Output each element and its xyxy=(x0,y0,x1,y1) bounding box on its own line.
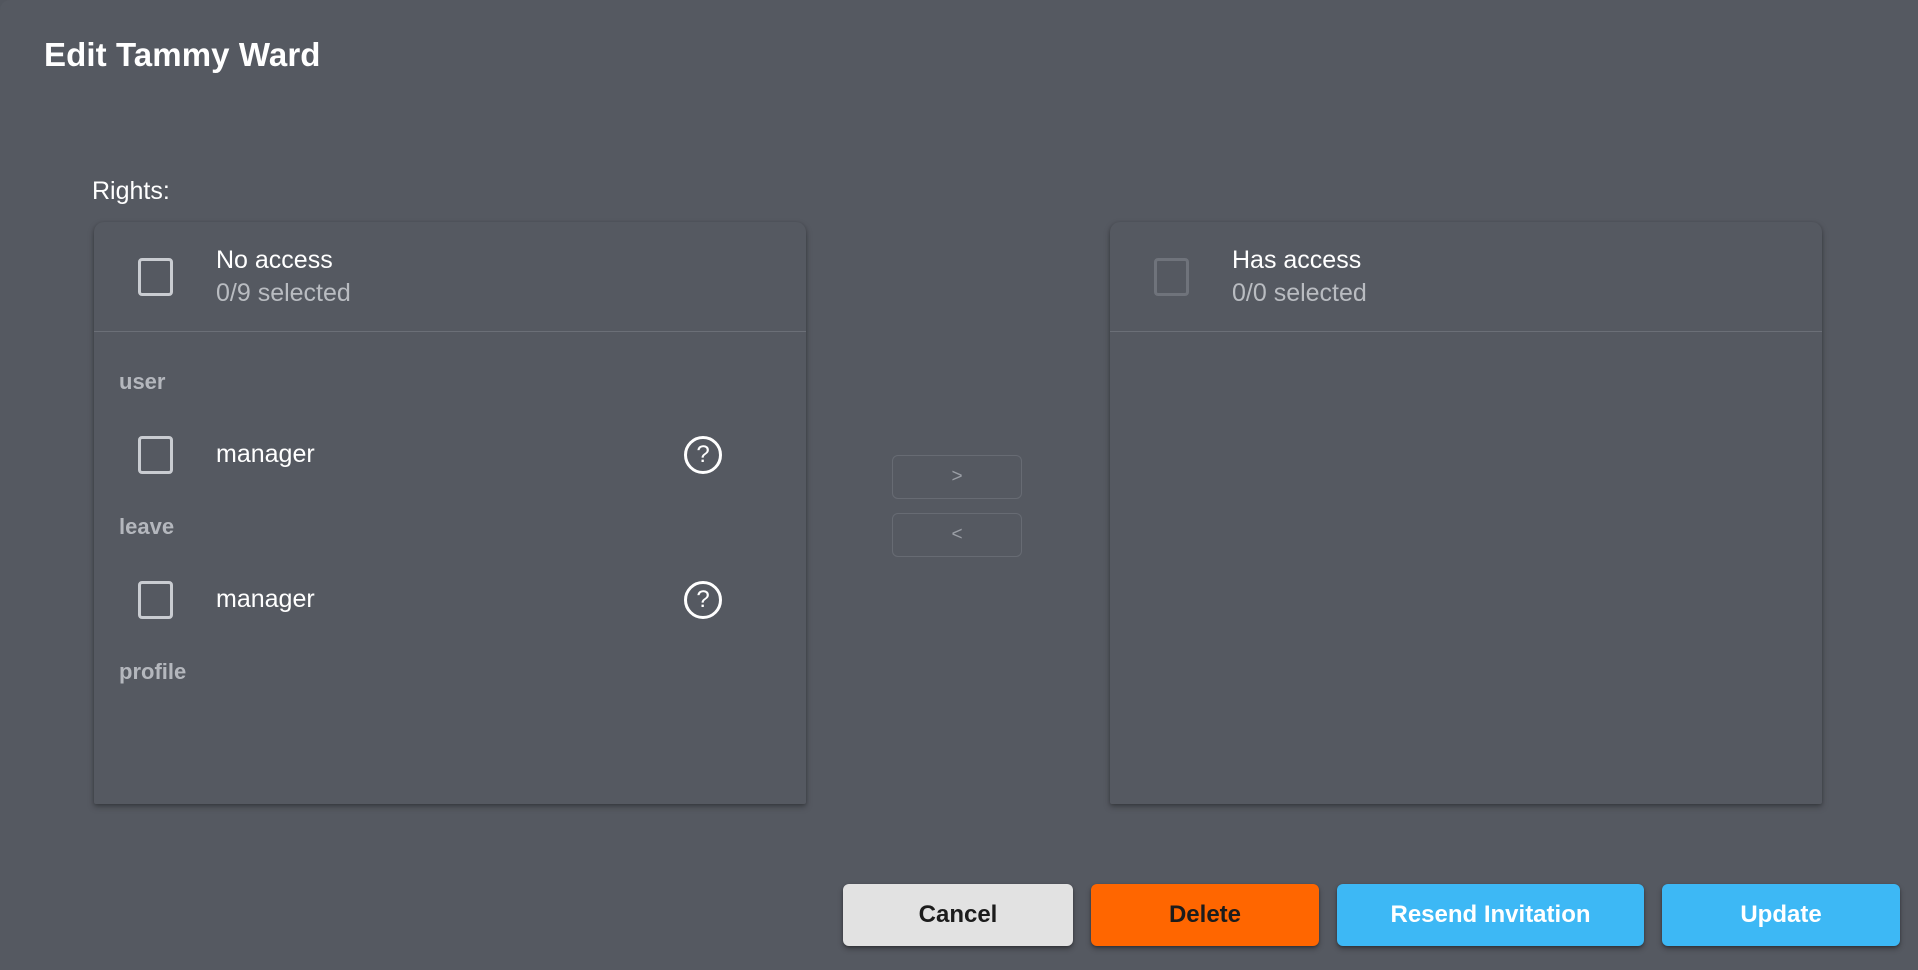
transfer-controls: > < xyxy=(892,455,1022,557)
list-item-label: manager xyxy=(216,440,315,468)
group-label-leave: leave xyxy=(119,514,175,539)
delete-button[interactable]: Delete xyxy=(1091,884,1319,946)
list-item-label: manager xyxy=(216,585,315,613)
no-access-header-texts: No access 0/9 selected xyxy=(216,245,351,308)
group-label-profile: profile xyxy=(119,659,187,684)
move-to-has-access-button[interactable]: > xyxy=(892,455,1022,499)
has-access-header[interactable]: Has access 0/0 selected xyxy=(1110,222,1822,331)
no-access-list[interactable]: user manager ? leave manager ? profile xyxy=(94,332,806,804)
no-access-panel: No access 0/9 selected user manager ? le… xyxy=(94,222,806,804)
no-access-select-all-wrap[interactable] xyxy=(94,257,216,296)
list-item[interactable]: manager ? xyxy=(94,418,806,491)
has-access-header-texts: Has access 0/0 selected xyxy=(1232,245,1367,308)
rights-label: Rights: xyxy=(92,177,170,205)
list-item-checkbox[interactable] xyxy=(137,580,173,619)
list-top-spacer xyxy=(94,332,806,346)
no-access-selected-count: 0/9 selected xyxy=(216,279,351,307)
list-item-checkbox[interactable] xyxy=(137,435,173,474)
has-access-list[interactable] xyxy=(1110,332,1822,804)
has-access-select-all-wrap[interactable] xyxy=(1110,257,1232,296)
resend-invitation-button[interactable]: Resend Invitation xyxy=(1337,884,1644,946)
move-to-no-access-button[interactable]: < xyxy=(892,513,1022,557)
has-access-select-all-checkbox[interactable] xyxy=(1153,257,1189,296)
no-access-title: No access xyxy=(216,246,333,274)
group-label-user: user xyxy=(119,369,166,394)
no-access-header[interactable]: No access 0/9 selected xyxy=(94,222,806,331)
help-circle-icon[interactable]: ? xyxy=(684,580,722,619)
update-button[interactable]: Update xyxy=(1662,884,1900,946)
list-item-checkbox-wrap[interactable] xyxy=(94,435,216,474)
page-title: Edit Tammy Ward xyxy=(44,36,321,73)
cancel-button[interactable]: Cancel xyxy=(843,884,1073,946)
no-access-select-all-checkbox[interactable] xyxy=(137,257,173,296)
has-access-panel: Has access 0/0 selected xyxy=(1110,222,1822,804)
list-item-checkbox-wrap[interactable] xyxy=(94,580,216,619)
list-item[interactable]: manager ? xyxy=(94,563,806,636)
has-access-selected-count: 0/0 selected xyxy=(1232,279,1367,307)
dialog-footer: Cancel Delete Resend Invitation Update xyxy=(0,884,1918,962)
has-access-title: Has access xyxy=(1232,246,1362,274)
edit-user-dialog: Edit Tammy Ward Rights: No access 0/9 se… xyxy=(0,0,1918,970)
help-circle-icon[interactable]: ? xyxy=(684,435,722,474)
